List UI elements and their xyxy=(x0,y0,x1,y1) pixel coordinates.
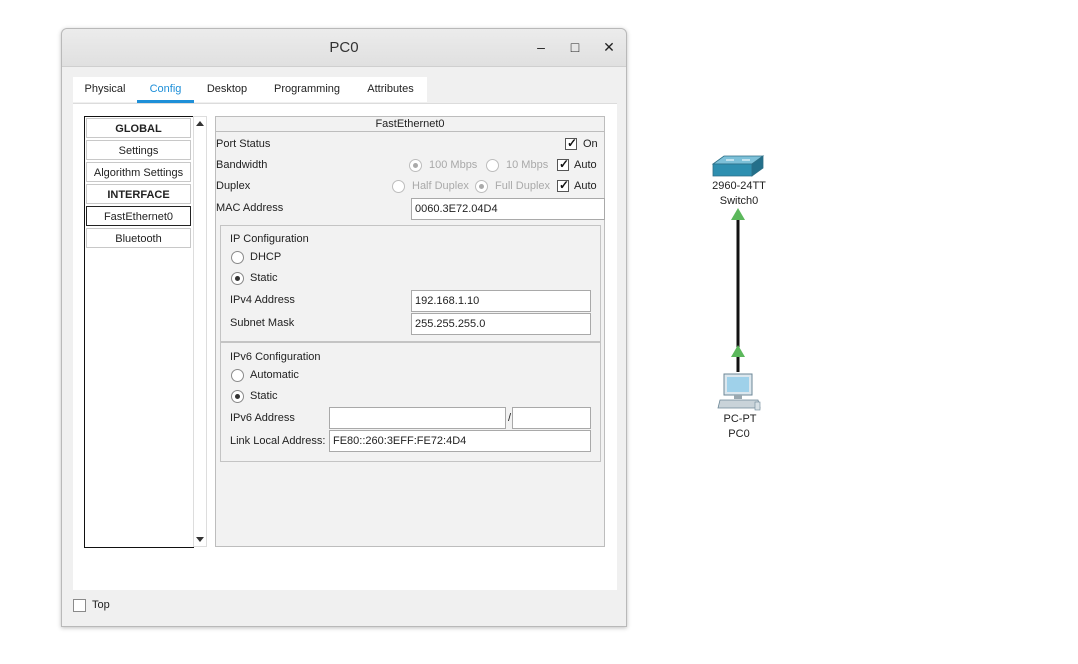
ipv6-prefix-separator: / xyxy=(508,412,512,424)
dhcp-radio[interactable] xyxy=(231,251,244,264)
ipv6-config-title: IPv6 Configuration xyxy=(230,351,321,363)
ipv6-address-input[interactable] xyxy=(329,407,506,429)
ipv4-static-radio[interactable] xyxy=(231,272,244,285)
link-local-address-input[interactable]: FE80::260:3EFF:FE72:4D4 xyxy=(329,430,591,452)
ipv4-config-title: IP Configuration xyxy=(230,233,309,245)
minimize-button[interactable]: – xyxy=(532,38,550,56)
tab-attributes[interactable]: Attributes xyxy=(354,77,427,102)
sidebar-scrollbar[interactable] xyxy=(193,116,207,547)
pc-name-label: PC0 xyxy=(728,428,750,440)
half-duplex-label: Half Duplex xyxy=(412,180,469,192)
interface-title: FastEthernet0 xyxy=(216,117,604,132)
tab-config[interactable]: Config xyxy=(137,77,194,103)
tab-physical[interactable]: Physical xyxy=(73,77,137,102)
ipv6-address-label: IPv6 Address xyxy=(230,412,295,424)
bandwidth-10-label: 10 Mbps xyxy=(506,159,549,171)
pc0-config-window: PC0 – □ ✕ Physical Config Desktop Progra… xyxy=(61,28,627,627)
switch-link-status-icon xyxy=(731,208,745,220)
half-duplex-radio[interactable] xyxy=(392,180,405,193)
pc-link-status-icon xyxy=(731,345,745,357)
bandwidth-10-radio[interactable] xyxy=(486,159,499,172)
ipv4-static-label: Static xyxy=(250,272,278,284)
bandwidth-100-radio[interactable] xyxy=(409,159,422,172)
sidebar-item-settings[interactable]: Settings xyxy=(86,140,191,160)
mac-address-input[interactable]: 0060.3E72.04D4 xyxy=(411,198,605,220)
sidebar-header-interface: INTERFACE xyxy=(86,184,191,204)
full-duplex-radio[interactable] xyxy=(475,180,488,193)
sidebar-header-global: GLOBAL xyxy=(86,118,191,138)
config-panel: GLOBAL Settings Algorithm Settings INTER… xyxy=(73,103,617,590)
close-button[interactable]: ✕ xyxy=(600,38,618,56)
switch-name-label: Switch0 xyxy=(719,195,759,207)
duplex-auto-checkbox[interactable] xyxy=(557,178,569,192)
tab-programming[interactable]: Programming xyxy=(260,77,354,102)
scroll-down-icon[interactable] xyxy=(196,537,204,542)
tab-desktop[interactable]: Desktop xyxy=(194,77,260,102)
full-duplex-label: Full Duplex xyxy=(495,180,551,192)
interface-settings: FastEthernet0 Port Status On Bandwidth 1… xyxy=(215,116,605,547)
sidebar-item-bluetooth[interactable]: Bluetooth xyxy=(86,228,191,248)
ipv4-config-group: IP Configuration DHCP Static IPv4 Addres… xyxy=(220,225,601,342)
ipv6-automatic-label: Automatic xyxy=(250,369,299,381)
link-local-address-label: Link Local Address: xyxy=(230,435,326,447)
ipv6-static-label: Static xyxy=(250,390,278,402)
ipv4-address-input[interactable]: 192.168.1.10 xyxy=(411,290,591,312)
mac-address-label: MAC Address xyxy=(216,202,284,214)
maximize-button[interactable]: □ xyxy=(566,38,584,56)
switch-icon[interactable] xyxy=(711,155,765,177)
bandwidth-label: Bandwidth xyxy=(216,159,268,171)
duplex-auto-label: Auto xyxy=(574,180,597,192)
subnet-mask-label: Subnet Mask xyxy=(230,317,295,329)
top-label: Top xyxy=(92,599,110,611)
bandwidth-100-label: 100 Mbps xyxy=(429,159,478,171)
subnet-mask-input[interactable]: 255.255.255.0 xyxy=(411,313,591,335)
dhcp-label: DHCP xyxy=(250,251,282,263)
config-sidebar: GLOBAL Settings Algorithm Settings INTER… xyxy=(84,116,194,548)
ipv4-address-label: IPv4 Address xyxy=(230,294,295,306)
ipv6-prefix-input[interactable] xyxy=(512,407,591,429)
ipv6-automatic-radio[interactable] xyxy=(231,369,244,382)
top-checkbox[interactable] xyxy=(73,599,86,612)
pc-icon[interactable] xyxy=(717,373,761,411)
ipv6-static-radio[interactable] xyxy=(231,390,244,403)
ipv6-config-group: IPv6 Configuration Automatic Static IPv6… xyxy=(220,342,601,462)
duplex-label: Duplex xyxy=(216,180,251,192)
sidebar-item-algorithm-settings[interactable]: Algorithm Settings xyxy=(86,162,191,182)
port-status-label: Port Status xyxy=(216,138,271,150)
scroll-up-icon[interactable] xyxy=(196,121,204,126)
title-bar[interactable]: PC0 – □ ✕ xyxy=(62,29,626,67)
switch-model-label: 2960-24TT xyxy=(712,180,766,192)
port-status-checkbox[interactable] xyxy=(565,136,577,150)
bandwidth-auto-label: Auto xyxy=(574,159,597,171)
bandwidth-auto-checkbox[interactable] xyxy=(557,157,569,171)
sidebar-item-fastethernet0[interactable]: FastEthernet0 xyxy=(86,206,191,226)
pc-model-label: PC-PT xyxy=(723,413,757,425)
port-status-on-label: On xyxy=(583,138,598,150)
